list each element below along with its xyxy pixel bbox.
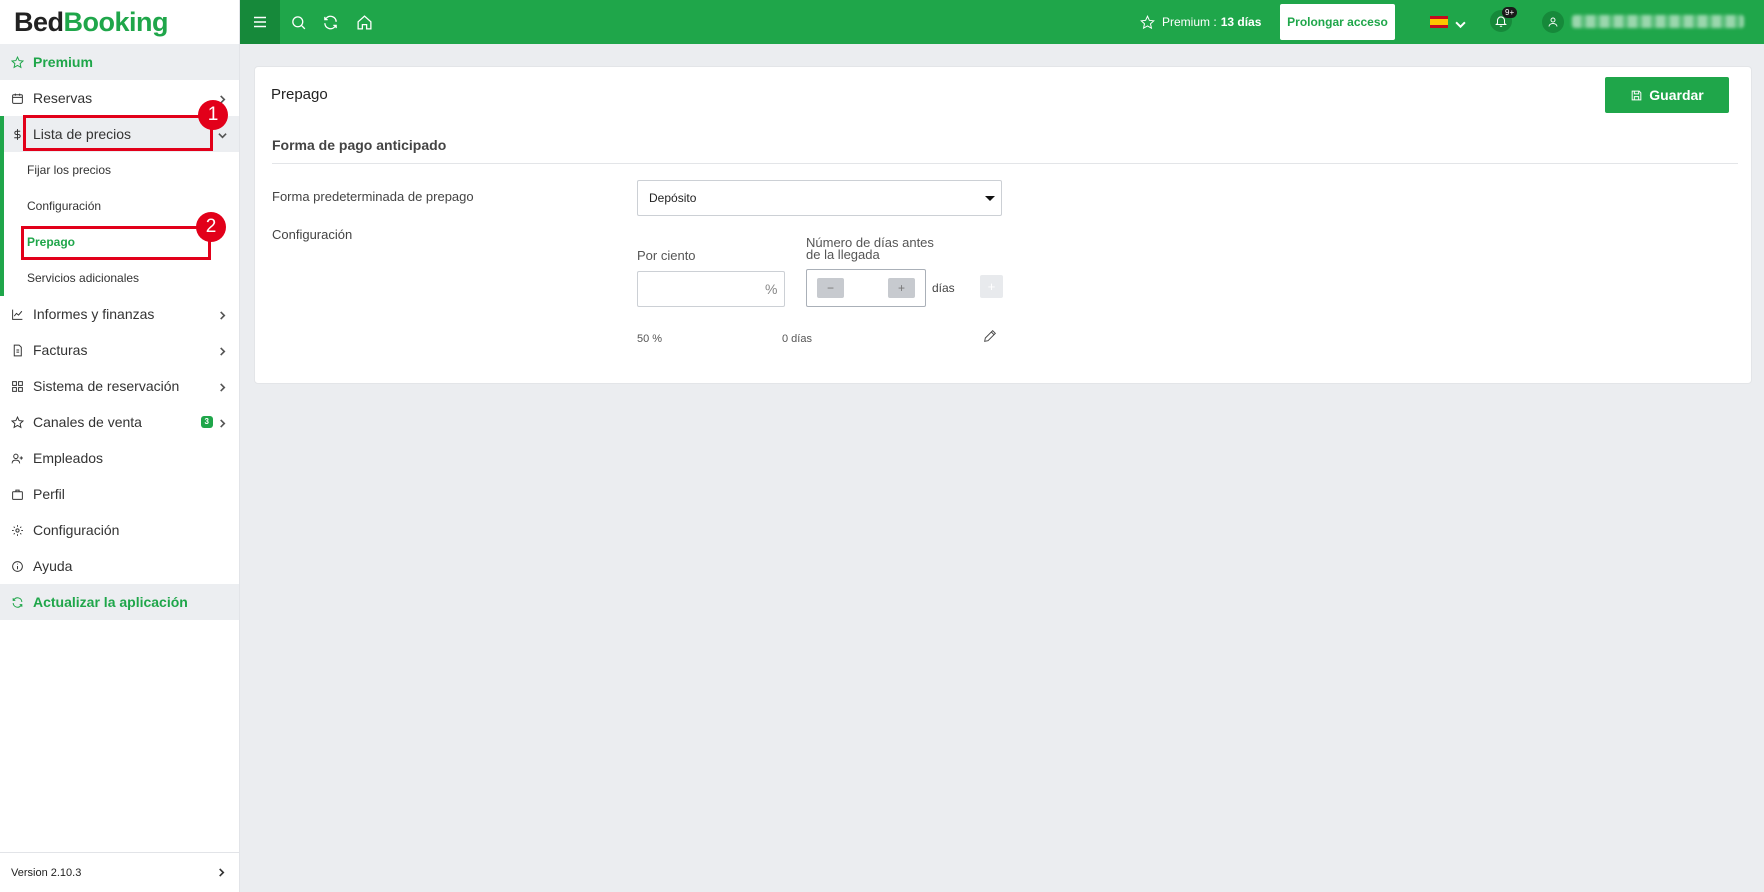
topbar: Premium : 13 días Prolongar acceso 9+ [240, 0, 1764, 44]
sidebar-item-label: Empleados [33, 450, 104, 466]
save-icon [1631, 90, 1642, 100]
chevron-right-icon [217, 868, 226, 877]
premium-status-label: Premium : [1162, 15, 1217, 29]
dollar-icon [10, 127, 24, 141]
notifications-count-badge: 9+ [1502, 7, 1518, 18]
page-title: Prepago [271, 86, 328, 103]
days-before-label-line2: de la llegada [806, 247, 880, 262]
user-avatar[interactable] [1542, 11, 1564, 33]
days-stepper[interactable]: − + [806, 269, 926, 307]
percent-input[interactable] [637, 271, 785, 307]
section-divider [272, 163, 1738, 164]
home-icon [356, 14, 372, 30]
default-prepayment-value: Depósito [649, 191, 697, 205]
prepayment-card: Prepago Guardar Forma de pago anticipado… [254, 66, 1752, 384]
user-name-blurred[interactable] [1572, 15, 1744, 28]
refresh-icon [323, 15, 337, 29]
info-icon [10, 559, 24, 573]
default-prepayment-label: Forma predeterminada de prepago [272, 189, 474, 204]
rule-percent-value: 50 % [637, 333, 663, 345]
sidebar-item-ayuda[interactable]: Ayuda [0, 548, 239, 584]
refresh-button[interactable] [320, 12, 340, 32]
save-button[interactable]: Guardar [1605, 77, 1729, 113]
add-rule-button[interactable]: + [980, 275, 1003, 298]
sidebar-item-empleados[interactable]: Empleados [0, 440, 239, 476]
rule-days-value: 0 días [782, 333, 812, 345]
sidebar-item-label: Canales de venta [33, 414, 142, 430]
invoice-icon [10, 343, 24, 357]
sidebar-item-label: Actualizar la aplicación [33, 594, 188, 610]
sidebar-item-informes[interactable]: Informes y finanzas [0, 296, 239, 332]
user-plus-icon [10, 451, 24, 465]
channels-count-badge: 3 [200, 416, 213, 428]
days-decrement-button[interactable]: − [817, 278, 844, 298]
brand-logo-booking: Booking [63, 6, 169, 37]
annotation-box-2 [21, 226, 211, 260]
sidebar-item-canales-venta[interactable]: Canales de venta 3 [0, 404, 239, 440]
version-label: Version 2.10.3 [11, 866, 82, 879]
chevron-right-icon [218, 307, 227, 320]
grid-icon [10, 379, 24, 393]
gear-icon [10, 523, 24, 537]
sidebar-subitem-servicios-adicionales[interactable]: Servicios adicionales [0, 260, 239, 296]
premium-days-remaining: 13 días [1220, 15, 1262, 29]
search-button[interactable] [288, 12, 308, 32]
premium-status: Premium : 13 días [1140, 0, 1261, 44]
sidebar-item-label: Informes y finanzas [33, 306, 155, 322]
star-icon [10, 415, 24, 429]
sidebar-item-sistema-reservacion[interactable]: Sistema de reservación [0, 368, 239, 404]
sidebar-item-premium[interactable]: Premium [0, 44, 239, 80]
annotation-box-1 [23, 115, 213, 151]
chevron-down-icon[interactable] [1455, 17, 1466, 29]
version-footer[interactable]: Version 2.10.3 [0, 852, 240, 892]
sidebar-item-label: Facturas [33, 342, 88, 358]
days-suffix: días [932, 281, 955, 295]
sidebar-item-perfil[interactable]: Perfil [0, 476, 239, 512]
sidebar-item-label: Premium [33, 54, 93, 70]
hamburger-icon [254, 16, 266, 28]
caret-down-icon [985, 196, 995, 201]
sidebar-item-label: Ayuda [33, 558, 73, 574]
sidebar-item-label: Perfil [33, 486, 65, 502]
spain-flag-icon[interactable] [1430, 16, 1448, 28]
default-prepayment-select[interactable]: Depósito [637, 180, 1002, 216]
brand-logo[interactable]: Bed Booking [0, 0, 239, 44]
save-button-label: Guardar [1649, 87, 1704, 103]
home-button[interactable] [354, 12, 374, 32]
refresh-icon [10, 595, 24, 609]
user-icon [1548, 17, 1558, 27]
chart-line-icon [10, 307, 24, 321]
percent-sign: % [765, 281, 778, 297]
sidebar-item-label: Sistema de reservación [33, 378, 180, 394]
prolong-access-button[interactable]: Prolongar acceso [1280, 4, 1395, 40]
annotation-number-1: 1 [198, 100, 228, 130]
active-section-indicator [0, 116, 4, 296]
chevron-right-icon [218, 91, 227, 104]
briefcase-icon [10, 487, 24, 501]
star-icon [1140, 14, 1155, 29]
star-icon [10, 55, 24, 69]
brand-logo-bed: Bed [14, 6, 64, 37]
sidebar-item-label: Reservas [33, 90, 93, 106]
calendar-icon [10, 91, 24, 105]
sidebar-item-facturas[interactable]: Facturas [0, 332, 239, 368]
sidebar-item-actualizar[interactable]: Actualizar la aplicación [0, 584, 239, 620]
hamburger-menu-button[interactable] [240, 0, 280, 44]
chevron-right-icon [218, 415, 227, 428]
annotation-number-2: 2 [196, 212, 226, 242]
search-icon [291, 15, 305, 29]
sidebar-item-configuracion[interactable]: Configuración [0, 512, 239, 548]
chevron-right-icon [218, 343, 227, 356]
chevron-right-icon [218, 379, 227, 392]
pencil-icon[interactable] [982, 328, 998, 344]
sidebar-subitem-fijar-precios[interactable]: Fijar los precios [0, 152, 239, 188]
days-increment-button[interactable]: + [888, 278, 915, 298]
sidebar-item-label: Configuración [33, 522, 120, 538]
config-label: Configuración [272, 227, 353, 242]
section-title: Forma de pago anticipado [272, 137, 447, 153]
percent-label: Por ciento [637, 248, 696, 263]
